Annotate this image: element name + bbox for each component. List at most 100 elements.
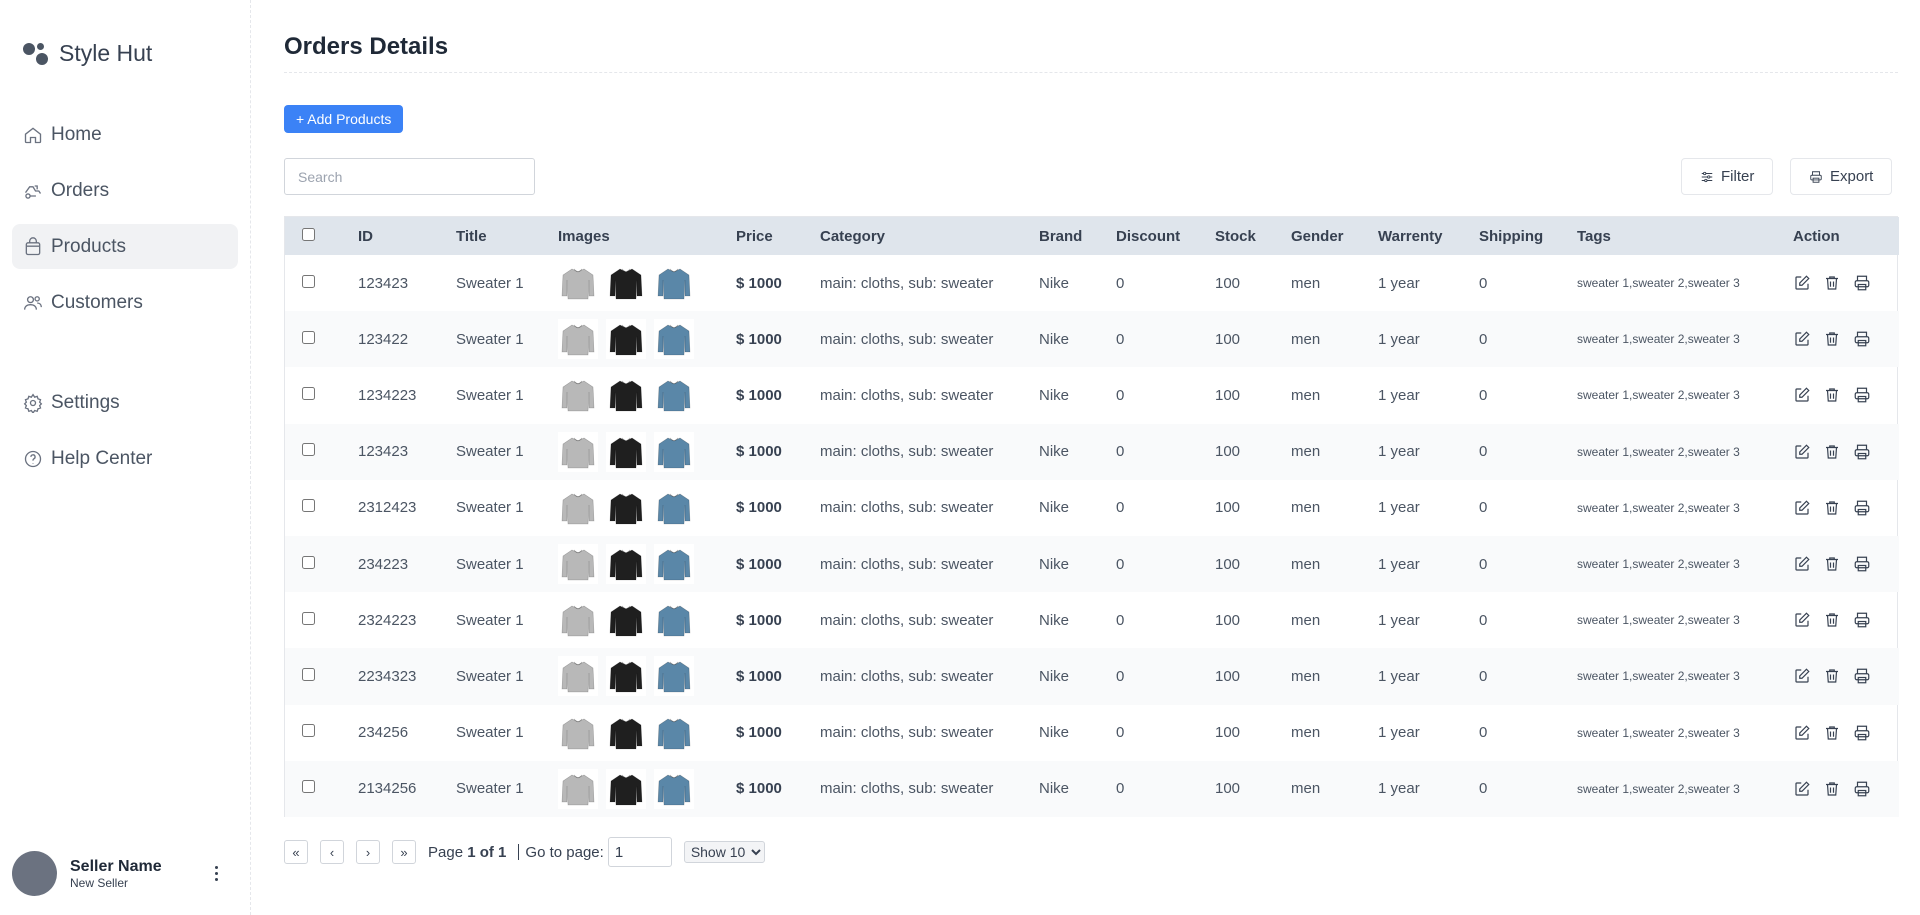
actions-cell xyxy=(1793,255,1899,311)
sidebar-item-settings[interactable]: Settings xyxy=(12,380,238,425)
table-row[interactable]: 123422 Sweater 1 $ 1000 main: cloths, sub: … xyxy=(285,311,1899,368)
printer-icon[interactable] xyxy=(1853,780,1871,798)
trash-icon[interactable] xyxy=(1823,499,1841,517)
table-row[interactable]: 234223 Sweater 1 $ 1000 main: cloths, sub: … xyxy=(285,535,1899,593)
more-options-icon[interactable] xyxy=(206,861,226,885)
edit-icon[interactable] xyxy=(1793,555,1811,573)
first-page-button[interactable]: « xyxy=(284,840,308,864)
column-header[interactable]: Gender xyxy=(1291,217,1378,255)
table-row[interactable]: 123423 Sweater 1 $ 1000 main: cloths, sub: … xyxy=(285,255,1899,311)
sidebar-item-customers[interactable]: Customers xyxy=(12,280,238,325)
column-header[interactable]: Tags xyxy=(1577,217,1793,255)
row-checkbox[interactable] xyxy=(302,611,315,625)
edit-icon[interactable] xyxy=(1793,274,1811,292)
column-header[interactable]: ID xyxy=(358,217,456,255)
table-row[interactable]: 2324223 Sweater 1 $ 1000 main: cloths, sub:… xyxy=(285,592,1899,648)
warrenty-cell: 1 year xyxy=(1378,330,1420,348)
column-header[interactable]: Discount xyxy=(1116,217,1215,255)
edit-icon[interactable] xyxy=(1793,780,1811,798)
table-row[interactable]: 2312423 Sweater 1 $ 1000 main: cloths, sub:… xyxy=(285,480,1899,536)
row-checkbox[interactable] xyxy=(302,330,315,344)
images-cell xyxy=(558,705,736,761)
brand-cell: Nike xyxy=(1039,611,1070,629)
trash-icon[interactable] xyxy=(1823,611,1841,629)
row-checkbox[interactable] xyxy=(302,555,315,569)
printer-icon[interactable] xyxy=(1853,611,1871,629)
column-header[interactable]: Price xyxy=(736,217,820,255)
trash-icon[interactable] xyxy=(1823,780,1841,798)
sidebar-item-home[interactable]: Home xyxy=(12,112,238,157)
table-row[interactable]: 1234223 Sweater 1 $ 1000 main: cloths, sub:… xyxy=(285,367,1899,423)
images-cell xyxy=(558,592,736,648)
row-select-cell xyxy=(285,480,358,536)
printer-icon[interactable] xyxy=(1853,724,1871,742)
next-page-button[interactable]: › xyxy=(356,840,380,864)
id-cell: 123422 xyxy=(358,330,409,348)
column-header[interactable]: Brand xyxy=(1039,217,1116,255)
column-header[interactable]: Images xyxy=(558,217,736,255)
sidebar-item-products[interactable]: Products xyxy=(12,224,238,269)
table-row[interactable]: 2234323 Sweater 1 $ 1000 main: cloths, sub:… xyxy=(285,648,1899,705)
row-select-cell xyxy=(285,311,358,367)
edit-icon[interactable] xyxy=(1793,667,1811,685)
trash-icon[interactable] xyxy=(1823,667,1841,685)
row-checkbox[interactable] xyxy=(302,386,315,400)
stock-cell: 100 xyxy=(1215,443,1241,461)
trash-icon[interactable] xyxy=(1823,386,1841,404)
column-header[interactable]: Action xyxy=(1793,217,1899,255)
row-checkbox[interactable] xyxy=(302,499,315,513)
brand[interactable]: Style Hut xyxy=(23,40,152,67)
column-header[interactable]: Category xyxy=(820,217,1039,255)
category-cell: main: cloths, sub: sweater xyxy=(820,386,994,404)
printer-icon[interactable] xyxy=(1853,499,1871,517)
column-header[interactable]: Warrenty xyxy=(1378,217,1479,255)
column-header[interactable]: Shipping xyxy=(1479,217,1577,255)
users-icon xyxy=(24,295,42,310)
row-checkbox[interactable] xyxy=(302,274,315,288)
select-all-checkbox[interactable] xyxy=(302,227,315,241)
edit-icon[interactable] xyxy=(1793,724,1811,742)
trash-icon[interactable] xyxy=(1823,443,1841,461)
page-size-select[interactable]: Show 10 xyxy=(683,841,765,863)
row-checkbox[interactable] xyxy=(302,780,315,794)
export-button[interactable]: Export xyxy=(1790,158,1893,195)
printer-icon[interactable] xyxy=(1853,443,1871,461)
edit-icon[interactable] xyxy=(1793,330,1811,348)
trash-icon[interactable] xyxy=(1823,724,1841,742)
column-header[interactable]: Title xyxy=(456,217,558,255)
trash-icon[interactable] xyxy=(1823,274,1841,292)
goto-page-input[interactable] xyxy=(607,837,672,867)
stock-cell: 100 xyxy=(1215,555,1241,573)
previous-page-button[interactable]: ‹ xyxy=(320,840,344,864)
edit-icon[interactable] xyxy=(1793,611,1811,629)
grey-sweater-thumbnail xyxy=(558,319,598,360)
seller-profile[interactable]: Seller Name New Seller xyxy=(12,851,238,896)
sidebar-item-help-center[interactable]: Help Center xyxy=(12,436,238,481)
table-row[interactable]: 123423 Sweater 1 $ 1000 main: cloths, sub: … xyxy=(285,423,1899,480)
edit-icon[interactable] xyxy=(1793,443,1811,461)
edit-icon[interactable] xyxy=(1793,499,1811,517)
column-header[interactable]: Stock xyxy=(1215,217,1291,255)
avatar[interactable] xyxy=(12,851,57,896)
row-checkbox[interactable] xyxy=(302,667,315,681)
warrenty-cell: 1 year xyxy=(1378,499,1420,517)
printer-icon[interactable] xyxy=(1853,274,1871,292)
printer-icon[interactable] xyxy=(1853,386,1871,404)
edit-icon[interactable] xyxy=(1793,386,1811,404)
table-row[interactable]: 2134256 Sweater 1 $ 1000 main: cloths, sub:… xyxy=(285,760,1899,817)
printer-icon[interactable] xyxy=(1853,555,1871,573)
table-row[interactable]: 234256 Sweater 1 $ 1000 main: cloths, sub: … xyxy=(285,705,1899,761)
search-input[interactable] xyxy=(284,158,535,195)
images-cell xyxy=(558,255,736,311)
trash-icon[interactable] xyxy=(1823,330,1841,348)
sidebar-item-orders[interactable]: Orders xyxy=(12,168,238,213)
product-images xyxy=(558,431,736,472)
printer-icon[interactable] xyxy=(1853,330,1871,348)
printer-icon[interactable] xyxy=(1853,667,1871,685)
filter-button[interactable]: Filter xyxy=(1681,158,1774,195)
row-checkbox[interactable] xyxy=(302,724,315,738)
trash-icon[interactable] xyxy=(1823,555,1841,573)
row-checkbox[interactable] xyxy=(302,443,315,457)
add-products-button[interactable]: + Add Products xyxy=(284,105,404,133)
last-page-button[interactable]: » xyxy=(392,840,416,864)
